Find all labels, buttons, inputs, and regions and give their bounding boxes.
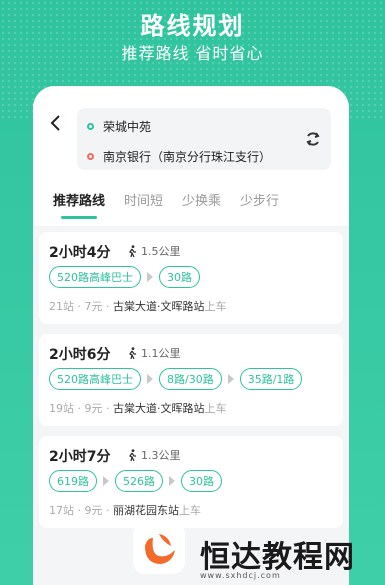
- back-arrow-icon[interactable]: [47, 114, 65, 132]
- bus-lines: 619路 526路 30路: [49, 470, 222, 492]
- route-duration: 2小时4分: [49, 245, 111, 261]
- transfer-arrow-icon: [147, 374, 153, 384]
- bus-line-pill: 30路: [159, 266, 200, 288]
- bus-line-pill: 8路/30路: [159, 368, 222, 390]
- origin-field[interactable]: 荣城中苑: [87, 118, 151, 135]
- bus-line-pill: 30路: [181, 470, 222, 492]
- walk-distance-value: 1.1公里: [141, 347, 181, 360]
- bus-line-pill: 35路/1路: [239, 368, 303, 390]
- transfer-arrow-icon: [227, 374, 234, 384]
- watermark-url: www.sxhdcj.com: [200, 571, 281, 580]
- tab-fewer-transfers[interactable]: 少换乘: [182, 190, 221, 209]
- hero-subtitle: 推荐路线 省时省心: [121, 44, 264, 63]
- logo-icon: [145, 534, 175, 564]
- route-duration: 2小时7分: [49, 449, 111, 465]
- stop-count: 17站: [49, 504, 74, 517]
- destination-dot-icon: [87, 153, 94, 160]
- route-info: 19站 · 9元 · 古棠大道·文晖路站上车: [49, 402, 227, 415]
- walk-distance: 1.5公里: [127, 243, 181, 259]
- bus-lines: 520路高峰巴士 8路/30路 35路/1路: [49, 368, 303, 390]
- board-label: 上车: [179, 504, 201, 517]
- tab-less-walking[interactable]: 少步行: [240, 190, 279, 209]
- route-card[interactable]: 2小时6分 1.1公里 520路高峰巴士 8路/30路 35路/1路 19站 ·…: [39, 334, 343, 426]
- walk-distance: 1.3公里: [127, 447, 181, 463]
- board-label: 上车: [204, 402, 227, 415]
- fare: 9元: [84, 504, 103, 517]
- destination-field[interactable]: 南京银行（南京分行珠江支行）: [87, 148, 271, 165]
- walk-distance-value: 1.5公里: [141, 245, 181, 258]
- tab-bar: 推荐路线 时间短 少换乘 少步行: [53, 190, 298, 219]
- watermark-brand: 恒达教程网: [200, 540, 355, 575]
- hero-title: 路线规划: [140, 12, 245, 40]
- phone-screen: 荣城中苑 南京银行（南京分行珠江支行） 推荐路线 时间短 少换乘 少步行 2小时…: [33, 86, 349, 585]
- bus-line-pill: 520路高峰巴士: [49, 266, 141, 288]
- board-label: 上车: [204, 300, 227, 313]
- walk-icon: [129, 347, 136, 359]
- fare: 9元: [84, 402, 103, 415]
- route-info: 17站 · 9元 · 丽湖花园东站上车: [49, 504, 201, 517]
- origin-dot-icon: [87, 123, 94, 130]
- boarding-station: 古棠大道·文晖路站: [113, 402, 205, 415]
- bus-line-pill: 619路: [49, 470, 97, 492]
- destination-label: 南京银行（南京分行珠江支行）: [103, 150, 272, 164]
- fare: 7元: [84, 300, 103, 313]
- tab-recommended[interactable]: 推荐路线: [53, 190, 105, 219]
- bus-lines: 520路高峰巴士 30路: [49, 266, 200, 288]
- boarding-station: 古棠大道·文晖路站: [113, 300, 205, 313]
- route-info: 21站 · 7元 · 古棠大道·文晖路站上车: [49, 300, 227, 313]
- route-input-box: 荣城中苑 南京银行（南京分行珠江支行）: [77, 108, 331, 170]
- swap-icon[interactable]: [305, 130, 321, 148]
- transfer-arrow-icon: [103, 476, 109, 486]
- route-card[interactable]: 2小时7分 1.3公里 619路 526路 30路 17站 · 9元 · 丽湖花…: [39, 436, 343, 528]
- route-card[interactable]: 2小时4分 1.5公里 520路高峰巴士 30路 21站 · 7元 · 古棠大道…: [39, 232, 343, 324]
- origin-label: 荣城中苑: [103, 120, 152, 134]
- boarding-station: 丽湖花园东站: [113, 504, 179, 517]
- walk-distance-value: 1.3公里: [141, 449, 181, 462]
- bus-line-pill: 520路高峰巴士: [49, 368, 141, 390]
- transfer-arrow-icon: [169, 476, 175, 486]
- route-header: 荣城中苑 南京银行（南京分行珠江支行） 推荐路线 时间短 少换乘 少步行: [33, 86, 349, 226]
- bus-line-pill: 526路: [115, 470, 163, 492]
- tab-shortest-time[interactable]: 时间短: [124, 190, 163, 209]
- watermark-logo: [133, 522, 185, 574]
- stop-count: 19站: [49, 402, 74, 415]
- transfer-arrow-icon: [147, 272, 153, 282]
- walk-icon: [129, 449, 136, 461]
- walk-distance: 1.1公里: [127, 345, 181, 361]
- route-duration: 2小时6分: [49, 347, 111, 363]
- stop-count: 21站: [49, 300, 74, 313]
- walk-icon: [129, 245, 136, 257]
